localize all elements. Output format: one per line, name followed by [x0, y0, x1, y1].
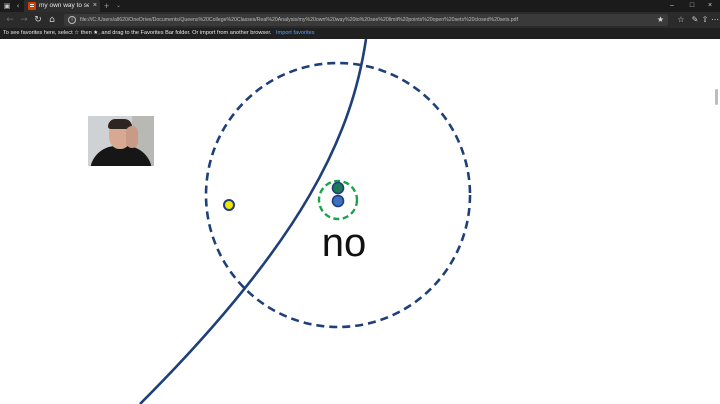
favorites-hint-text: then ★, and drag to the Favorites Bar fo…	[80, 30, 272, 36]
webcam-overlay	[88, 116, 154, 166]
favorites-hint-bar: To see favorites here, select ☆ then ★, …	[0, 28, 720, 39]
pdf-viewer: no	[0, 39, 720, 404]
home-icon[interactable]: ⌂	[46, 14, 58, 26]
address-url[interactable]: file:///C:/Users/all620/OneDrive/Documen…	[80, 14, 640, 26]
reading-list-icon[interactable]: ☆	[676, 14, 686, 26]
pen-icon[interactable]: ✎	[690, 14, 700, 26]
info-icon[interactable]: i	[68, 16, 76, 24]
teal-point	[331, 181, 345, 195]
tab-actions-icon[interactable]: ▣	[2, 1, 12, 11]
maximize-button[interactable]: □	[686, 0, 698, 12]
presenter-hand	[126, 126, 138, 148]
tab-title: my own way to see limi	[39, 2, 89, 9]
close-window-button[interactable]: ×	[704, 0, 716, 12]
tab-active[interactable]: my own way to see limi ×	[24, 0, 100, 12]
back-arrow-icon[interactable]: ←	[4, 14, 16, 26]
import-favorites-link[interactable]: Import favorites	[276, 30, 315, 36]
more-icon[interactable]: ⋯	[710, 14, 720, 26]
tab-preview-icon[interactable]: ‹	[13, 1, 23, 11]
star-icon[interactable]: ★	[657, 14, 664, 26]
navigation-bar: ← → ↻ ⌂ i file:///C:/Users/all620/OneDri…	[0, 12, 720, 28]
refresh-icon[interactable]: ↻	[32, 14, 44, 26]
yellow-point	[223, 199, 235, 211]
tab-strip: ▣ ‹ my own way to see limi × + ⌄ – □ ×	[0, 0, 720, 12]
new-tab-button[interactable]: +	[104, 0, 109, 12]
blue-point	[331, 194, 345, 208]
share-icon[interactable]: ⇧	[700, 14, 710, 26]
address-bar[interactable]: i file:///C:/Users/all620/OneDrive/Docum…	[64, 14, 668, 26]
scrollbar-thumb[interactable]	[715, 89, 718, 105]
answer-text: no	[322, 221, 367, 265]
favorites-hub-icon: ☆	[74, 30, 81, 36]
tab-close-icon[interactable]: ×	[93, 0, 97, 12]
tab-menu-icon[interactable]: ⌄	[116, 0, 121, 12]
minimize-button[interactable]: –	[666, 0, 678, 12]
forward-arrow-icon[interactable]: →	[18, 14, 30, 26]
favorites-hint-prefix: To see favorites here, select	[3, 30, 73, 36]
slide-figure: no	[139, 39, 472, 404]
pdf-icon	[28, 2, 36, 10]
